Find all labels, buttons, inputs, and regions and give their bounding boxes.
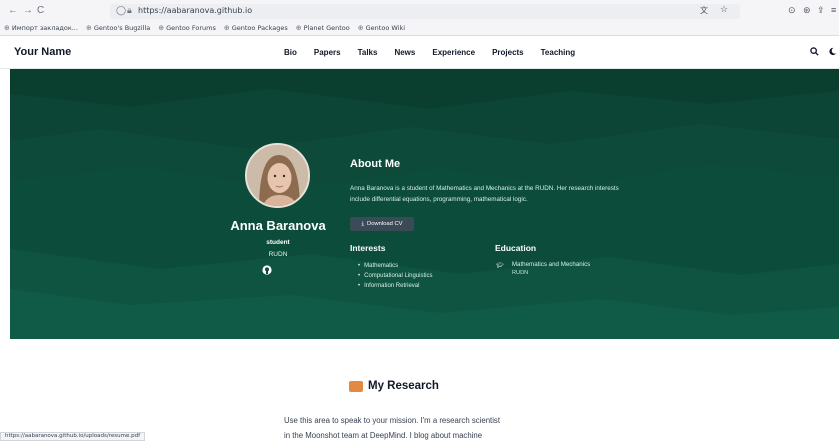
social-links: @ bbox=[262, 265, 277, 275]
avatar bbox=[245, 143, 310, 208]
share-icon[interactable]: ⇪ bbox=[817, 5, 825, 16]
shield-icon: ◯ bbox=[116, 5, 127, 15]
list-item: Computational Linguistics bbox=[358, 271, 432, 281]
globe-icon: ⊕ bbox=[223, 24, 230, 32]
extension-icon[interactable]: ⊛ bbox=[803, 5, 811, 16]
profile-role: student bbox=[266, 239, 290, 246]
main-menu: Bio Papers Talks News Experience Project… bbox=[284, 48, 575, 57]
profile-name: Anna Baranova bbox=[230, 218, 326, 233]
menu-item-bio[interactable]: Bio bbox=[284, 48, 297, 57]
education-item: 🎓︎ Mathematics and Mechanics bbox=[496, 261, 591, 269]
globe-icon: ⊕ bbox=[357, 24, 364, 32]
books-icon bbox=[349, 380, 363, 392]
forward-icon[interactable]: → bbox=[23, 5, 33, 16]
url-bar[interactable]: ◯ 🔒︎ https://aabaranova.github.io 文 ☆ bbox=[110, 4, 740, 19]
about-text: Anna Baranova is a student of Mathematic… bbox=[350, 185, 619, 203]
bookmarks-bar: ⊕ Импорт закладок... ⊕ Gentoo's Bugzilla ⊕… bbox=[4, 22, 405, 34]
globe-icon: ⊕ bbox=[158, 24, 165, 32]
list-item: Information Retrieval bbox=[358, 281, 432, 291]
menu-item-talks[interactable]: Talks bbox=[358, 48, 378, 57]
globe-icon: ⊕ bbox=[85, 24, 92, 32]
status-bar-url: https://aabaranova.github.io/uploads/res… bbox=[0, 432, 146, 441]
reload-icon[interactable]: C bbox=[37, 5, 44, 16]
menu-item-projects[interactable]: Projects bbox=[492, 48, 524, 57]
download-cv-button[interactable]: ⤓ Download CV bbox=[350, 217, 414, 231]
translate-icon[interactable]: 文 bbox=[700, 5, 708, 16]
menu-item-papers[interactable]: Papers bbox=[314, 48, 341, 57]
bookmark-item[interactable]: ⊕ Planet Gentoo bbox=[296, 22, 350, 34]
hero-section: Anna Baranova student RUDN @ About Me An… bbox=[10, 69, 839, 339]
research-title: My Research bbox=[349, 380, 439, 392]
site-brand[interactable]: Your Name bbox=[14, 46, 71, 58]
browser-chrome: ← → C ◯ 🔒︎ https://aabaranova.github.io … bbox=[0, 0, 839, 36]
bookmark-item[interactable]: ⊕ Gentoo Forums bbox=[158, 22, 216, 34]
education-institution: RUDN bbox=[512, 270, 529, 276]
profile-org: RUDN bbox=[268, 251, 288, 258]
graduation-cap-icon: 🎓︎ bbox=[496, 262, 504, 269]
menu-item-teaching[interactable]: Teaching bbox=[541, 48, 576, 57]
menu-item-experience[interactable]: Experience bbox=[432, 48, 475, 57]
interests-title: Interests bbox=[350, 243, 386, 253]
site-header: Your Name Bio Papers Talks News Experien… bbox=[0, 36, 839, 69]
import-icon: ⊕ bbox=[4, 24, 10, 32]
globe-icon: ⊕ bbox=[295, 24, 302, 32]
bookmark-item[interactable]: ⊕ Импорт закладок... bbox=[4, 22, 78, 34]
list-item: Mathematics bbox=[358, 261, 432, 271]
lock-icon: 🔒︎ bbox=[127, 5, 132, 15]
star-icon[interactable]: ☆ bbox=[720, 4, 728, 15]
url-text[interactable]: https://aabaranova.github.io bbox=[138, 6, 252, 15]
download-icon: ⤓ bbox=[361, 220, 365, 227]
bookmark-item[interactable]: ⊕ Gentoo Wiki bbox=[358, 22, 405, 34]
bookmark-item[interactable]: ⊕ Gentoo Packages bbox=[224, 22, 288, 34]
search-icon[interactable] bbox=[810, 47, 819, 58]
theme-icon[interactable] bbox=[828, 47, 837, 58]
education-title: Education bbox=[495, 243, 537, 253]
pocket-icon[interactable]: ⊙ bbox=[788, 5, 796, 16]
menu-icon[interactable]: ≡ bbox=[831, 5, 836, 15]
interests-list: Mathematics Computational Linguistics In… bbox=[358, 261, 432, 291]
bookmark-item[interactable]: ⊕ Gentoo's Bugzilla bbox=[86, 22, 150, 34]
back-icon[interactable]: ← bbox=[8, 5, 18, 16]
research-paragraph: Use this area to speak to your mission. … bbox=[284, 416, 500, 440]
about-title: About Me bbox=[350, 158, 401, 170]
menu-item-news[interactable]: News bbox=[394, 48, 415, 57]
